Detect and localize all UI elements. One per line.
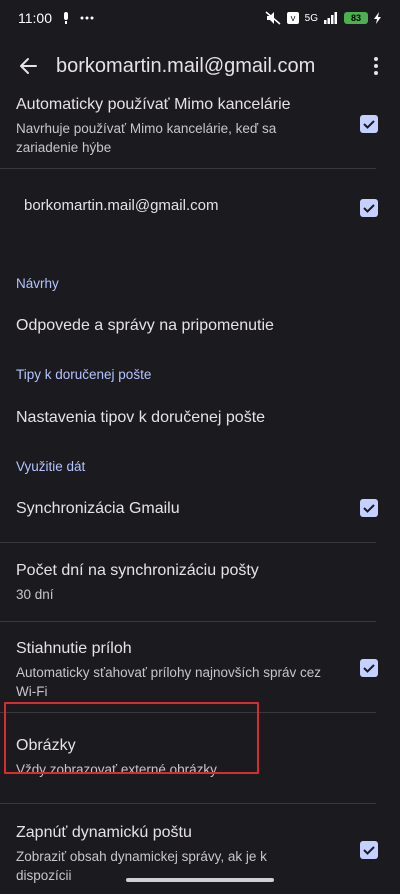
account-checkbox[interactable] (360, 199, 378, 217)
signal-icon (324, 12, 338, 24)
dynamic-email-checkbox[interactable] (360, 841, 378, 859)
replies-nudges-setting[interactable]: Odpovede a správy na pripomenutie (0, 293, 400, 365)
inbox-tips-setting[interactable]: Nastavenia tipov k doručenej pošte (0, 384, 400, 457)
charging-icon (374, 12, 382, 24)
attachments-download-setting[interactable]: Stiahnutie príloh Automaticky sťahovať p… (0, 622, 400, 712)
account-setting[interactable]: borkomartin.mail@gmail.com (0, 169, 400, 252)
setting-title: Obrázky (16, 737, 76, 754)
more-options-button[interactable] (352, 40, 400, 92)
section-header-inbox-tips: Tipy k doručenej pošte (16, 367, 152, 382)
network-type-label: 5G (304, 12, 318, 24)
page-title: borkomartin.mail@gmail.com (56, 54, 316, 77)
setting-subtitle: Navrhuje používať Mimo kancelárie, keď s… (16, 121, 277, 155)
section-header-suggestions: Návrhy (16, 276, 59, 291)
battery-icon: 83 (344, 12, 368, 24)
more-vert-icon (374, 57, 378, 75)
gmail-sync-checkbox[interactable] (360, 499, 378, 517)
setting-value: 30 dní (16, 587, 54, 602)
app-bar: borkomartin.mail@gmail.com (0, 40, 400, 92)
gmail-sync-setting[interactable]: Synchronizácia Gmailu (0, 476, 400, 542)
mute-icon (265, 11, 281, 25)
setting-title: Zapnúť dynamickú poštu (16, 824, 192, 841)
setting-title: Počet dní na synchronizáciu pošty (16, 562, 259, 579)
setting-title: Stiahnutie príloh (16, 640, 132, 657)
status-time: 11:00 (18, 10, 52, 26)
back-button[interactable] (0, 40, 56, 92)
check-icon (363, 846, 375, 855)
setting-subtitle: Vždy zobrazovať externé obrázky (16, 762, 217, 777)
back-arrow-icon (20, 58, 37, 74)
auto-out-of-office-checkbox[interactable] (360, 115, 378, 133)
svg-text:V: V (290, 15, 295, 23)
images-setting[interactable]: Obrázky Vždy zobrazovať externé obrázky (0, 713, 400, 803)
settings-list: Automaticky používať Mimo kancelárie Nav… (0, 88, 400, 894)
check-icon (363, 664, 375, 673)
setting-title: Odpovede a správy na pripomenutie (16, 317, 274, 334)
gesture-navigation-bar[interactable] (126, 878, 274, 882)
check-icon (363, 504, 375, 513)
setting-subtitle: Automaticky sťahovať prílohy najnovších … (16, 665, 322, 699)
status-left: 11:00 (18, 10, 94, 26)
setting-title: Nastavenia tipov k doručenej pošte (16, 409, 266, 426)
status-bar: 11:00 V 5G 83 (0, 0, 400, 36)
check-icon (363, 120, 375, 129)
volte-icon: V (286, 12, 299, 24)
auto-out-of-office-setting[interactable]: Automaticky používať Mimo kancelárie Nav… (0, 88, 400, 168)
setting-title: Synchronizácia Gmailu (16, 500, 180, 517)
status-right: V 5G 83 (265, 11, 382, 25)
section-header-data-usage: Využitie dát (16, 459, 86, 474)
account-email: borkomartin.mail@gmail.com (24, 197, 219, 214)
attachments-download-checkbox[interactable] (360, 659, 378, 677)
setting-title: Automaticky používať Mimo kancelárie (16, 96, 291, 113)
sync-days-setting[interactable]: Počet dní na synchronizáciu pošty 30 dní (0, 543, 400, 621)
notification-icon (62, 12, 70, 24)
more-notifications-icon (80, 16, 94, 20)
check-icon (363, 204, 375, 213)
